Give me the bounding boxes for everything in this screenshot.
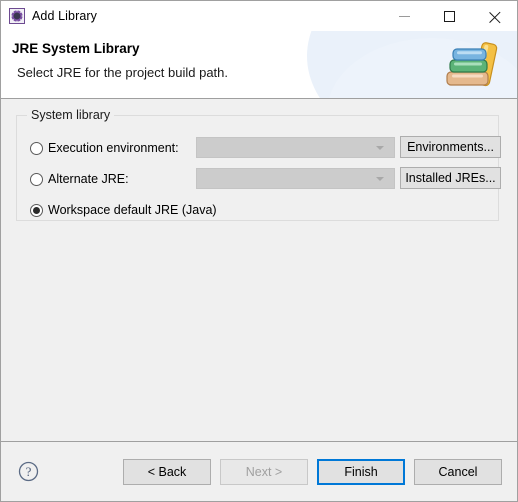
environments-button[interactable]: Environments... [400,136,501,158]
dialog-header: JRE System Library Select JRE for the pr… [1,31,517,99]
installed-jres-button[interactable]: Installed JREs... [400,167,501,189]
label-alternate-jre: Alternate JRE: [48,172,129,186]
radio-workspace-default-jre[interactable] [30,203,43,217]
label-workspace-default-jre: Workspace default JRE (Java) [48,203,217,217]
cancel-button[interactable]: Cancel [414,459,502,485]
eclipse-gear-icon [9,8,25,24]
workspace-default-jre-row: Workspace default JRE (Java) [17,197,498,223]
page-subtitle: Select JRE for the project build path. [17,65,229,80]
finish-button[interactable]: Finish [317,459,405,485]
add-library-dialog: Add Library JRE System Library Select JR… [0,0,518,502]
footer-button-group: < Back Next > Finish Cancel [123,459,502,485]
execution-environment-combo[interactable] [196,137,395,158]
dialog-body: System library Execution environment: En… [1,99,517,442]
dialog-footer: ? < Back Next > Finish Cancel [1,442,517,501]
group-legend: System library [27,108,115,122]
chevron-down-icon [376,145,384,150]
system-library-group: System library Execution environment: En… [16,108,501,223]
minimize-icon [399,15,410,17]
next-button: Next > [220,459,308,485]
chevron-down-icon [376,176,384,181]
help-question-icon[interactable]: ? [18,461,39,482]
label-execution-environment: Execution environment: [48,141,179,155]
maximize-icon [444,10,455,22]
minimize-button[interactable] [382,1,427,31]
radio-execution-environment[interactable] [30,141,43,155]
window-controls [382,1,517,31]
window-title: Add Library [32,9,98,23]
svg-text:?: ? [26,464,32,479]
maximize-button[interactable] [427,1,472,31]
radio-alternate-jre[interactable] [30,172,43,186]
alternate-jre-combo[interactable] [196,168,395,189]
title-bar: Add Library [1,1,517,31]
page-title: JRE System Library [12,41,140,56]
back-button[interactable]: < Back [123,459,211,485]
close-button[interactable] [472,1,517,31]
books-stack-icon [437,37,503,93]
close-icon [488,10,501,23]
